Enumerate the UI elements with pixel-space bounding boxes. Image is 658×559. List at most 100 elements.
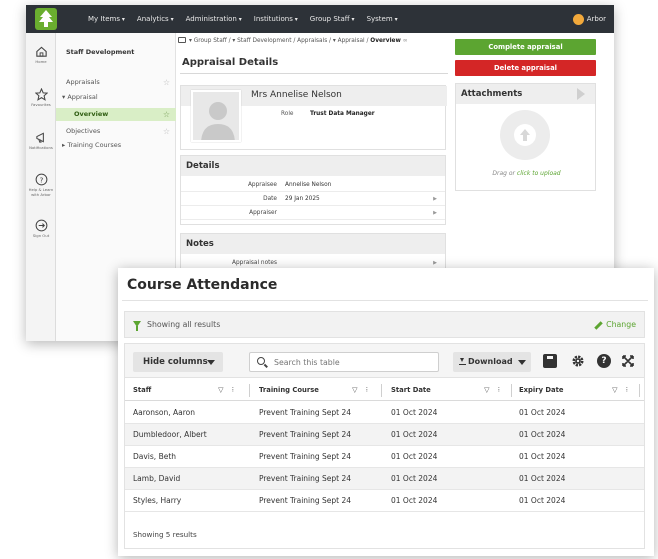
cell-expiry-date: 01 Oct 2024	[519, 474, 566, 483]
rail-sign-out[interactable]: Sign Out	[26, 219, 56, 239]
attachments-title: Attachments	[461, 89, 523, 99]
complete-appraisal-button[interactable]: Complete appraisal	[455, 39, 596, 55]
upload-hint: Drag or click to upload	[456, 170, 597, 177]
detail-value: Annelise Nelson	[285, 182, 332, 188]
breadcrumb-trail[interactable]: ▾ Group Staff / ▾ Staff Development / Ap…	[189, 38, 368, 44]
cell-training-course: Prevent Training Sept 24	[259, 452, 352, 461]
click-to-upload-link[interactable]: click to upload	[517, 170, 561, 177]
cell-start-date: 01 Oct 2024	[391, 496, 438, 505]
attendance-table: Hide columns Download ? Staff ▽ ⁝	[124, 343, 645, 549]
search-input[interactable]	[274, 356, 434, 369]
rail-sign-out-label: Sign Out	[32, 233, 50, 238]
expand-arrow-icon[interactable]	[577, 88, 585, 100]
subnav-item-training-courses[interactable]: ▸ Training Courses	[56, 139, 176, 152]
database-icon[interactable]	[543, 354, 557, 368]
cell-staff: Dumbledoor, Albert	[133, 430, 207, 439]
row-arrow-icon: ▶	[433, 210, 437, 216]
details-panel: Details Appraisee Annelise Nelson Date 2…	[180, 155, 446, 225]
column-label: Start Date	[391, 386, 431, 394]
subnav-item-label: Objectives	[66, 127, 101, 135]
nav-institutions[interactable]: Institutions	[254, 15, 298, 23]
filter-bar: Showing all results Change	[124, 311, 645, 338]
detail-key: Appraiser	[249, 210, 277, 216]
table-row[interactable]: Lamb, David Prevent Training Sept 24 01 …	[125, 468, 644, 490]
cell-expiry-date: 01 Oct 2024	[519, 452, 566, 461]
gear-icon[interactable]	[571, 354, 585, 368]
table-row[interactable]: Styles, Harry Prevent Training Sept 24 0…	[125, 490, 644, 512]
favourite-star-icon[interactable]: ☆	[163, 108, 170, 121]
top-navigation-bar: My Items Analytics Administration Instit…	[26, 5, 614, 33]
delete-appraisal-button[interactable]: Delete appraisal	[455, 60, 596, 76]
home-icon	[35, 46, 47, 57]
role-label: Role	[281, 111, 294, 117]
table-row[interactable]: Dumbledoor, Albert Prevent Training Sept…	[125, 424, 644, 446]
table-row[interactable]: Davis, Beth Prevent Training Sept 24 01 …	[125, 446, 644, 468]
breadcrumb-menu-icon[interactable]	[178, 37, 186, 43]
cell-expiry-date: 01 Oct 2024	[519, 430, 566, 439]
column-divider[interactable]	[639, 384, 640, 397]
help-icon[interactable]: ?	[597, 354, 611, 368]
help-icon: ?	[35, 173, 47, 186]
favourite-star-icon[interactable]: ☆	[163, 76, 170, 89]
upload-arrow-icon	[514, 124, 536, 146]
breadcrumb: ▾ Group Staff / ▾ Staff Development / Ap…	[178, 37, 408, 44]
cell-start-date: 01 Oct 2024	[391, 474, 438, 483]
subnav-item-appraisals[interactable]: Appraisals ☆	[56, 76, 176, 89]
column-filter-icon[interactable]: ▽ ⁝	[484, 379, 503, 401]
nav-analytics[interactable]: Analytics	[137, 15, 174, 23]
nav-my-items[interactable]: My Items	[88, 15, 125, 23]
column-divider[interactable]	[511, 384, 512, 397]
cell-staff: Aaronson, Aaron	[133, 408, 195, 417]
column-filter-icon[interactable]: ▽ ⁝	[218, 379, 237, 401]
subnav-item-appraisal[interactable]: ▾ Appraisal	[56, 91, 176, 104]
search-box[interactable]	[249, 352, 439, 372]
favourite-star-icon[interactable]: ☆	[163, 125, 170, 138]
detail-row-appraisee: Appraisee Annelise Nelson	[181, 178, 445, 192]
detail-row-date[interactable]: Date 29 Jan 2025 ▶	[181, 192, 445, 206]
subnav-item-overview[interactable]: Overview ☆	[56, 108, 176, 121]
profile-panel: Mrs Annelise Nelson Role Trust Data Mana…	[180, 85, 447, 150]
cell-start-date: 01 Oct 2024	[391, 408, 438, 417]
cell-start-date: 01 Oct 2024	[391, 430, 438, 439]
detail-row-appraiser[interactable]: Appraiser ▶	[181, 206, 445, 220]
column-divider[interactable]	[381, 384, 382, 397]
column-filter-icon[interactable]: ▽ ⁝	[612, 379, 631, 401]
column-header-start-date[interactable]: Start Date ▽ ⁝	[391, 379, 509, 401]
nav-group-staff[interactable]: Group Staff	[310, 15, 355, 23]
column-header-expiry-date[interactable]: Expiry Date ▽ ⁝	[519, 379, 637, 401]
rail-help-label: Help & Learn with Arbor	[28, 187, 54, 197]
avatar	[191, 90, 241, 142]
cell-training-course: Prevent Training Sept 24	[259, 408, 352, 417]
arbor-logo-icon[interactable]	[35, 8, 57, 30]
fullscreen-icon[interactable]	[621, 354, 635, 368]
nav-system[interactable]: System	[367, 15, 398, 23]
brand-menu[interactable]: Arbor	[572, 5, 606, 33]
table-row[interactable]: Aaronson, Aaron Prevent Training Sept 24…	[125, 402, 644, 424]
details-heading: Details	[181, 156, 445, 176]
nav-administration[interactable]: Administration	[186, 15, 242, 23]
link-icon[interactable]: ∞	[403, 38, 408, 44]
rail-favourites[interactable]: Favourites	[26, 88, 56, 108]
search-icon	[257, 357, 265, 365]
column-divider[interactable]	[249, 384, 250, 397]
column-header-staff[interactable]: Staff ▽ ⁝	[133, 379, 243, 401]
subnav-item-label: ▸ Training Courses	[62, 141, 122, 149]
rail-help[interactable]: ? Help & Learn with Arbor	[26, 173, 56, 197]
rail-notifications[interactable]: Notifications	[26, 131, 56, 151]
rail-home[interactable]: Home	[26, 45, 56, 65]
chevron-down-icon	[207, 360, 215, 365]
cell-training-course: Prevent Training Sept 24	[259, 474, 352, 483]
table-toolbar: Hide columns Download ?	[125, 344, 644, 378]
chevron-down-icon	[518, 360, 526, 365]
column-filter-icon[interactable]: ▽ ⁝	[352, 379, 371, 401]
change-filter-link[interactable]: Change	[594, 320, 636, 330]
upload-icon[interactable]	[500, 110, 550, 160]
course-attendance-window: Course Attendance Showing all results Ch…	[118, 268, 654, 556]
download-icon	[459, 358, 466, 365]
download-button[interactable]: Download	[453, 352, 531, 372]
subnav-item-objectives[interactable]: Objectives ☆	[56, 125, 176, 138]
hide-columns-button[interactable]: Hide columns	[133, 352, 223, 372]
column-header-training-course[interactable]: Training Course ▽ ⁝	[259, 379, 377, 401]
brand-label: Arbor	[586, 15, 606, 23]
cell-start-date: 01 Oct 2024	[391, 452, 438, 461]
